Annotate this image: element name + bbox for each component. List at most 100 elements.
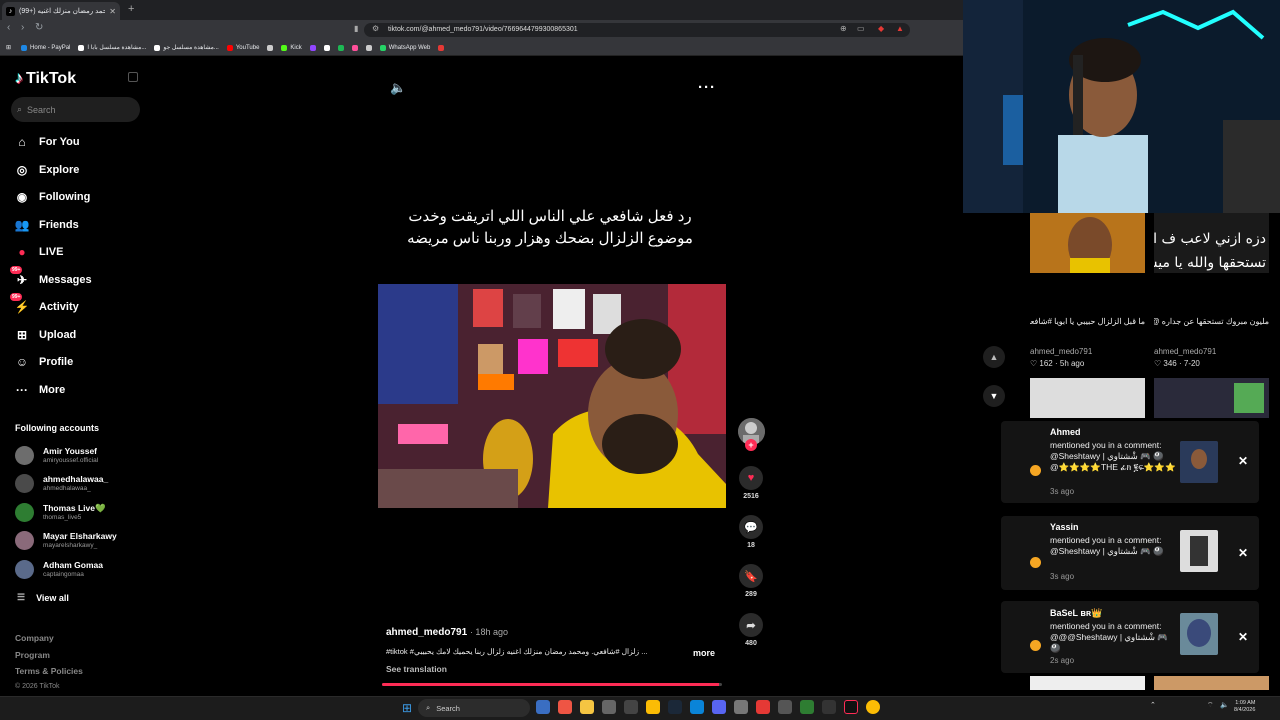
bookmark-item[interactable] — [337, 44, 344, 51]
feed-thumbnail-4[interactable] — [1154, 378, 1269, 418]
author-name[interactable]: ahmed_medo791 — [386, 627, 467, 638]
feed-thumbnail-1[interactable] — [1030, 213, 1145, 273]
sidebar-item-live[interactable]: ● LIVE — [13, 241, 63, 263]
notification-card[interactable]: BaSeL ʙʀ👑 mentioned you in a comment: @@… — [1001, 601, 1259, 673]
bookmark-item[interactable] — [351, 44, 358, 51]
bookmark-item[interactable] — [267, 44, 274, 51]
bookmark-item[interactable]: WhatsApp Web — [379, 44, 430, 51]
app-icon[interactable] — [822, 700, 836, 714]
sidebar-item-friends[interactable]: 👥 Friends — [13, 214, 79, 236]
site-info-icon[interactable]: ⚙ — [372, 24, 379, 33]
comment-action[interactable]: 💬 18 — [737, 515, 765, 549]
browser-tab[interactable]: ♪ (99+) محمد رمضان منزلك اغنيه ✕ — [2, 2, 120, 20]
reload-icon[interactable]: ↻ — [35, 22, 43, 33]
more-options-icon[interactable]: ··· — [698, 79, 716, 96]
bookmark-item[interactable]: مشاهدة مسلسل بابا ا... — [78, 44, 146, 51]
back-icon[interactable]: ‹ — [7, 22, 10, 33]
close-icon[interactable]: ✕ — [1238, 546, 1248, 560]
sidebar-item-for-you[interactable]: ⌂ For You — [13, 131, 79, 153]
video-progress-bar[interactable] — [382, 683, 722, 686]
alert-icon[interactable]: ▲ — [896, 24, 904, 33]
brave-icon[interactable] — [558, 700, 572, 714]
sidebar-item-activity[interactable]: ⚡ 99+ Activity — [10, 293, 79, 318]
bookmark-item[interactable] — [309, 44, 316, 51]
app-icon[interactable] — [646, 700, 660, 714]
tiktok-logo[interactable]: ♪ TikTok — [15, 70, 76, 88]
notification-card[interactable]: Yassin mentioned you in a comment: @Shes… — [1001, 516, 1259, 590]
feed-thumbnail-2[interactable]: دزه ازني لاعب ف الم تستحقها والله يا ميس — [1154, 213, 1269, 273]
discord-icon[interactable] — [712, 700, 726, 714]
feed-title-2[interactable]: مليون مبروك تستحقها عن جداره @messi... — [1154, 316, 1269, 328]
sidebar-item-explore[interactable]: ◎ Explore — [13, 159, 80, 181]
sidebar-item-upload[interactable]: ⊞ Upload — [13, 324, 76, 346]
edge-icon[interactable] — [690, 700, 704, 714]
steam-icon[interactable] — [668, 700, 682, 714]
sidebar-item-messages[interactable]: ✈ 99+ Messages — [10, 265, 92, 291]
bookmark-item[interactable]: YouTube — [226, 44, 259, 51]
app-icon[interactable] — [536, 700, 550, 714]
new-tab-icon[interactable]: + — [128, 3, 134, 15]
store-icon[interactable] — [602, 700, 616, 714]
following-account[interactable]: Thomas Live💚 thomas_live5 — [15, 499, 106, 525]
zoom-icon[interactable]: ⊕ — [840, 24, 847, 33]
search-input[interactable]: ⌕ Search — [11, 97, 140, 122]
view-all-button[interactable]: ☰ View all — [17, 592, 69, 603]
feed-author-2[interactable]: ahmed_medo791 — [1154, 347, 1216, 356]
cast-icon[interactable]: ▭ — [857, 24, 865, 33]
feed-thumbnail-3[interactable] — [1030, 378, 1145, 418]
follow-plus-button[interactable]: + — [745, 439, 757, 451]
forward-icon[interactable]: › — [21, 22, 24, 33]
feed-thumbnail-5[interactable] — [1030, 676, 1145, 690]
see-translation-link[interactable]: See translation — [386, 664, 447, 674]
footer-company[interactable]: Company — [15, 633, 54, 643]
collapse-sidebar-icon[interactable] — [128, 72, 138, 82]
close-icon[interactable]: ✕ — [1238, 454, 1248, 468]
bookmark-item[interactable]: Home - PayPal — [21, 44, 70, 51]
bookmark-item[interactable]: مشاهدة مسلسل جو... — [154, 44, 219, 51]
like-action[interactable]: ♥ 2516 — [737, 466, 765, 500]
save-action[interactable]: 🔖 289 — [737, 564, 765, 598]
app-icon[interactable] — [734, 700, 748, 714]
following-account[interactable]: Mayar Elsharkawy mayarelsharkawy_ — [15, 528, 117, 554]
following-account[interactable]: Adham Gomaa captaingomaa — [15, 556, 103, 582]
bookmark-item[interactable] — [323, 44, 330, 51]
volume-tray-icon[interactable]: 🔈 — [1220, 701, 1229, 709]
app-icon[interactable] — [778, 700, 792, 714]
extension-icon[interactable]: ◆ — [878, 24, 884, 33]
bookmark-page-icon[interactable]: ▮ — [354, 24, 358, 33]
share-action[interactable]: ➦ 480 — [737, 613, 765, 647]
feed-author-1[interactable]: ahmed_medo791 — [1030, 347, 1092, 356]
sidebar-item-profile[interactable]: ☺ Profile — [13, 351, 73, 373]
apps-icon[interactable]: ⊞ — [6, 44, 11, 51]
sidebar-item-more[interactable]: ··· More — [13, 379, 65, 401]
bookmark-item[interactable] — [365, 44, 372, 51]
volume-icon[interactable]: 🔈 — [390, 80, 406, 96]
wifi-icon[interactable]: ⌔ — [1207, 701, 1214, 710]
feed-title-1[interactable]: ما قبل الزلزال حبيبي يا ابويا #شافعي #ex… — [1030, 316, 1145, 328]
taskbar-clock[interactable]: 1:09 AM 8/4/2026 — [1234, 700, 1255, 714]
next-video-button[interactable]: ▼ — [983, 385, 1005, 407]
footer-program[interactable]: Program — [15, 650, 50, 660]
following-account[interactable]: ahmedhalawaa_ ahmedhalawaa_ — [15, 471, 108, 497]
folder-icon[interactable] — [580, 700, 594, 714]
sidebar-item-following[interactable]: ◉ Following — [13, 186, 91, 208]
tray-chevron-icon[interactable]: ⌃ — [1150, 701, 1156, 709]
adobe-icon[interactable] — [756, 700, 770, 714]
following-account[interactable]: Amir Youssef amiryoussef.official — [15, 442, 98, 468]
close-tab-icon[interactable]: ✕ — [109, 7, 116, 16]
video-author[interactable]: ahmed_medo791 · 18h ago — [386, 627, 508, 638]
more-link[interactable]: more — [693, 648, 715, 658]
settings-icon[interactable] — [624, 700, 638, 714]
feed-thumbnail-6[interactable] — [1154, 676, 1269, 690]
video-frame[interactable] — [378, 284, 726, 508]
url-bar[interactable]: tiktok.com/@ahmed_medo791/video/76696447… — [364, 23, 910, 37]
notification-card[interactable]: Ahmed mentioned you in a comment: @Shesh… — [1001, 421, 1259, 503]
bookmark-item[interactable]: Kick — [281, 44, 302, 51]
excel-icon[interactable] — [800, 700, 814, 714]
bookmark-item[interactable] — [438, 44, 445, 51]
windows-start-icon[interactable]: ⊞ — [402, 701, 412, 715]
tiktok-icon[interactable] — [844, 700, 858, 714]
previous-video-button[interactable]: ▲ — [983, 346, 1005, 368]
close-icon[interactable]: ✕ — [1238, 630, 1248, 644]
chrome-icon[interactable] — [866, 700, 880, 714]
